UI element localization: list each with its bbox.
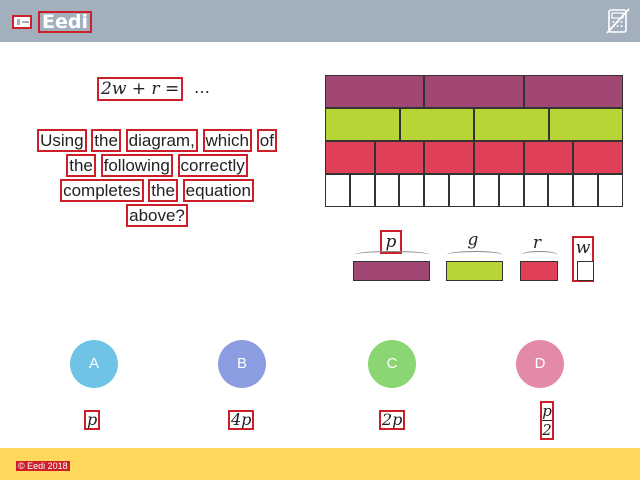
bar-cell: [449, 174, 474, 207]
bar-cell: [399, 174, 425, 207]
bar-cell: [424, 75, 524, 108]
question-word: above?: [126, 204, 188, 227]
key-swatch-r: [520, 261, 558, 281]
bar-cell: [349, 174, 375, 207]
bar-cell: [573, 141, 624, 174]
bar-cell: [325, 108, 400, 141]
bar-cell: [573, 174, 599, 207]
bar-cell: [374, 141, 425, 174]
key-brace-g: [447, 251, 503, 259]
key-label-w: w: [575, 238, 591, 258]
copyright-text: © Eedi 2018: [16, 461, 70, 471]
option-d-numerator: p: [542, 402, 552, 420]
question-word: of: [256, 129, 277, 152]
bar-cell: [474, 141, 524, 174]
equation-ellipsis: …: [194, 78, 210, 97]
bar-cell: [498, 174, 524, 207]
eedi-logo-icon: [12, 15, 32, 29]
key-swatch-g: [446, 261, 503, 281]
bar-cell: [325, 75, 425, 108]
top-bar: Eedi: [0, 0, 640, 42]
option-c-button[interactable]: C: [368, 340, 416, 388]
bar-row-purple: [325, 75, 623, 108]
bar-row-white: [325, 174, 623, 207]
bar-cell: [399, 108, 474, 141]
calculator-disabled-icon[interactable]: [606, 8, 630, 34]
option-b-button[interactable]: B: [218, 340, 266, 388]
option-a-button[interactable]: A: [70, 340, 118, 388]
bar-cell: [424, 174, 450, 207]
key-label-g: g: [467, 230, 479, 250]
footer-bar: [0, 448, 640, 480]
question-word: which: [202, 129, 252, 152]
bar-cell: [474, 108, 549, 141]
question-word: the: [91, 129, 121, 152]
option-b-value: 4p: [228, 410, 255, 430]
option-a-value: p: [84, 410, 101, 430]
bar-cell: [548, 108, 623, 141]
bar-row-green: [325, 108, 623, 141]
bar-cell: [523, 75, 623, 108]
question-text: Using the diagram, which of the followin…: [22, 128, 292, 228]
eedi-logo[interactable]: Eedi: [12, 11, 92, 33]
bar-cell: [325, 174, 350, 207]
question-word: the: [148, 179, 178, 202]
key-brace-r: [521, 251, 558, 259]
question-word: completes: [60, 179, 144, 202]
bar-cell: [325, 141, 375, 174]
bar-cell: [523, 141, 574, 174]
question-word: correctly: [177, 154, 248, 177]
bar-cell: [473, 174, 499, 207]
bar-cell: [598, 174, 623, 207]
option-d-button[interactable]: D: [516, 340, 564, 388]
bar-cell: [523, 174, 549, 207]
bar-cell: [548, 174, 574, 207]
key-swatch-w: [577, 261, 594, 281]
key-brace-p: [354, 251, 430, 259]
question-word: following: [100, 154, 173, 177]
bar-model-diagram: [325, 75, 624, 207]
question-word: equation: [182, 179, 254, 202]
question-word: the: [66, 154, 96, 177]
bar-cell: [374, 174, 400, 207]
key-label-r: r: [532, 233, 542, 253]
question-word: Using: [37, 129, 87, 152]
option-d-value: p 2: [540, 401, 554, 440]
bar-row-red: [325, 141, 624, 174]
bar-cell: [424, 141, 475, 174]
question-word: diagram,: [125, 129, 198, 152]
option-d-denominator: 2: [542, 421, 552, 439]
equation: 2w + r =: [97, 77, 184, 101]
option-c-value: 2p: [379, 410, 406, 430]
key-swatch-p: [353, 261, 430, 281]
brand-name: Eedi: [38, 11, 92, 33]
